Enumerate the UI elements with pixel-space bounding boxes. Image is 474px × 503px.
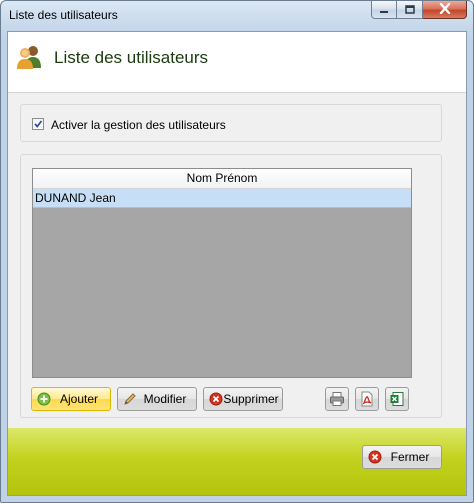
close-window-button[interactable] bbox=[423, 1, 467, 19]
enable-user-management-label[interactable]: Activer la gestion des utilisateurs bbox=[51, 118, 226, 132]
export-pdf-button[interactable] bbox=[355, 387, 379, 411]
delete-button-label: Supprimer bbox=[223, 392, 279, 406]
maximize-button[interactable] bbox=[397, 1, 423, 19]
edit-button-label: Modifier bbox=[143, 392, 187, 406]
users-group: Nom Prénom DUNAND Jean Ajouter Modifier bbox=[20, 154, 442, 418]
main-window: Liste des utilisateurs Liste des utilisa… bbox=[0, 0, 474, 503]
dialog-content: Liste des utilisateurs Activer la gestio… bbox=[7, 31, 467, 496]
table-cell-name: DUNAND Jean bbox=[35, 191, 116, 205]
edit-button[interactable]: Modifier bbox=[117, 387, 197, 411]
footer-panel: Fermer bbox=[8, 428, 466, 495]
users-icon bbox=[14, 44, 44, 73]
close-button[interactable]: Fermer bbox=[362, 445, 442, 469]
minimize-button[interactable] bbox=[371, 1, 397, 19]
print-button[interactable] bbox=[325, 387, 349, 411]
minimize-icon bbox=[379, 3, 389, 17]
close-button-label: Fermer bbox=[390, 450, 430, 464]
export-excel-button[interactable] bbox=[385, 387, 409, 411]
printer-icon bbox=[329, 391, 345, 410]
close-icon bbox=[439, 2, 451, 17]
window-title: Liste des utilisateurs bbox=[9, 8, 118, 22]
add-button[interactable]: Ajouter bbox=[31, 387, 111, 411]
pdf-icon bbox=[359, 391, 375, 410]
window-controls bbox=[371, 1, 467, 21]
enable-user-management-checkbox[interactable] bbox=[32, 118, 44, 130]
excel-icon bbox=[389, 391, 405, 410]
table-row[interactable]: DUNAND Jean bbox=[33, 189, 411, 208]
title-bar[interactable]: Liste des utilisateurs bbox=[1, 1, 473, 31]
delete-button[interactable]: Supprimer bbox=[203, 387, 283, 411]
users-table[interactable]: Nom Prénom DUNAND Jean bbox=[32, 168, 412, 378]
options-group: Activer la gestion des utilisateurs bbox=[20, 104, 442, 142]
maximize-icon bbox=[404, 3, 415, 17]
column-header-name[interactable]: Nom Prénom bbox=[33, 169, 411, 189]
header-panel: Liste des utilisateurs bbox=[8, 32, 466, 93]
page-title: Liste des utilisateurs bbox=[54, 48, 209, 67]
add-button-label: Ajouter bbox=[59, 392, 99, 406]
